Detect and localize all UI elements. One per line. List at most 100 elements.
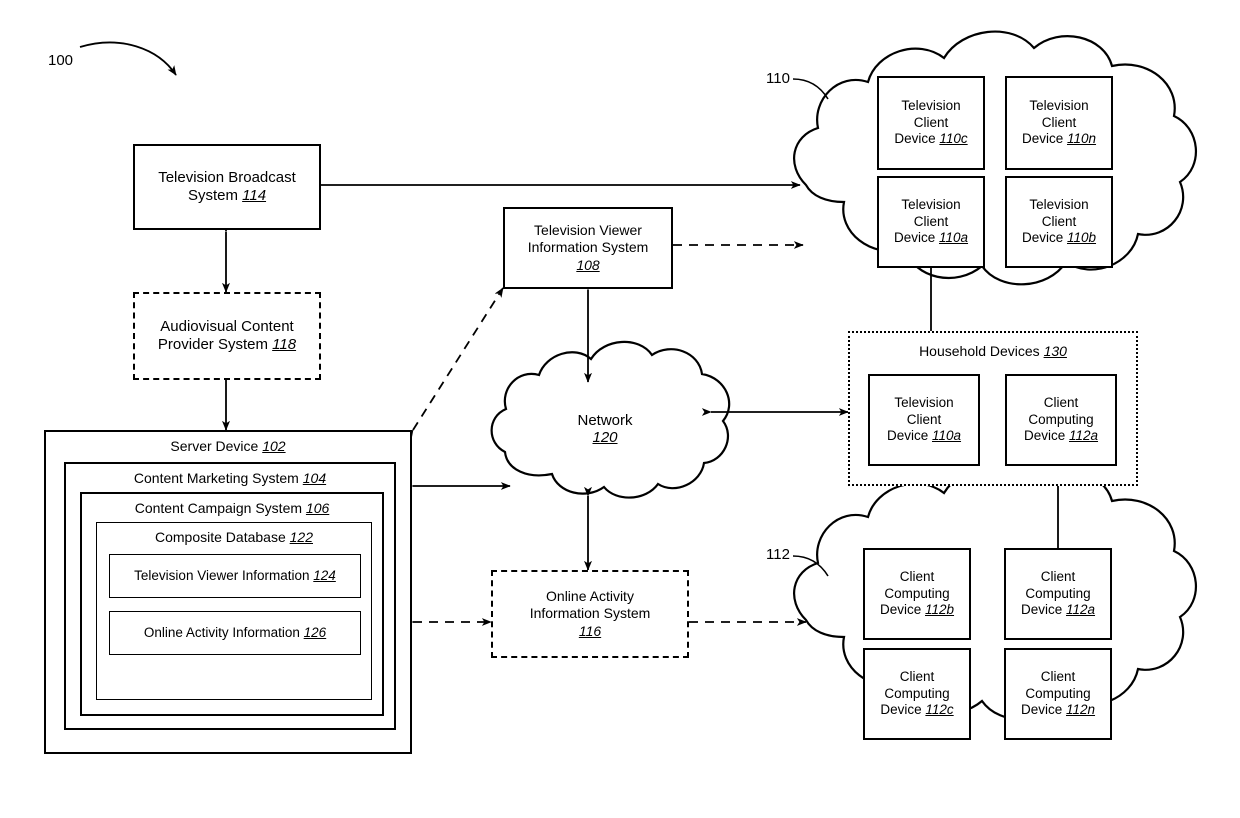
node-television-viewer-information[interactable]: Television Viewer Information 124 — [109, 554, 361, 598]
device-household-television-client-110a[interactable]: Television Client Device 110a — [868, 374, 980, 466]
dev-112a-line2: Computing — [1025, 585, 1091, 601]
node-composite-database[interactable]: Composite Database 122 Television Viewer… — [96, 522, 372, 700]
dev-110n-line3: Device — [1021, 131, 1064, 147]
dev-112c-line2: Computing — [884, 685, 950, 701]
dev-112n-ref: 112n — [1066, 702, 1096, 718]
dev-112b-line2: Computing — [884, 585, 950, 601]
dev-112c-ref: 112c — [925, 702, 954, 718]
content-marketing-label: Content Marketing System — [133, 470, 299, 486]
tv-broadcast-ref: 114 — [242, 187, 267, 204]
dev-110b-line3: Device — [1021, 230, 1064, 246]
reference-number-112: 112 — [766, 546, 790, 563]
device-television-client-110a[interactable]: Television Client Device 110a — [877, 176, 985, 268]
dev-110n-line1: Television — [1029, 98, 1089, 114]
device-client-computing-112c[interactable]: Client Computing Device 112c — [863, 648, 971, 740]
dev-112c-line3: Device — [880, 702, 922, 718]
hh-112a-line2: Computing — [1028, 411, 1094, 427]
device-television-client-110n[interactable]: Television Client Device 110n — [1005, 76, 1113, 170]
node-online-activity-information-system[interactable]: Online Activity Information System 116 — [491, 570, 689, 658]
dev-112b-line3: Device — [879, 602, 922, 618]
device-television-client-110b[interactable]: Television Client Device 110b — [1005, 176, 1113, 268]
dev-112b-line1: Client — [899, 569, 935, 585]
node-content-marketing-system[interactable]: Content Marketing System 104 Content Cam… — [64, 462, 396, 730]
tvi-label: Television Viewer Information — [134, 567, 310, 583]
tvis-ref: 108 — [576, 256, 600, 273]
server-device-ref: 102 — [262, 438, 286, 454]
dev-110a-ref: 110a — [939, 230, 969, 246]
hh-110a-line1: Television — [894, 395, 954, 411]
cloud-television-clients-outline — [793, 30, 1197, 286]
oais-line1: Online Activity — [546, 588, 634, 605]
dev-110c-ref: 110c — [939, 131, 968, 147]
hh-112a-line1: Client — [1043, 395, 1079, 411]
dev-112a-line3: Device — [1020, 602, 1063, 618]
household-devices-ref: 130 — [1043, 343, 1067, 359]
content-campaign-title: Content Campaign System 106 — [82, 500, 382, 516]
oais-ref: 116 — [578, 622, 602, 639]
oais-line2: Information System — [529, 605, 651, 622]
hh-112a-line3: Device — [1023, 428, 1066, 444]
tv-broadcast-line1: Television Broadcast — [158, 168, 296, 186]
av-provider-line2: Provider System — [157, 336, 268, 353]
av-provider-line1: Audiovisual Content — [160, 317, 294, 335]
content-campaign-label: Content Campaign System — [134, 500, 303, 516]
node-household-devices[interactable]: Household Devices 130 Television Client … — [848, 331, 1138, 486]
dev-110b-line1: Television — [1029, 197, 1089, 213]
network-ref: 120 — [592, 429, 618, 446]
dev-112n-line2: Computing — [1025, 685, 1091, 701]
device-client-computing-112n[interactable]: Client Computing Device 112n — [1004, 648, 1112, 740]
household-devices-label: Household Devices — [919, 343, 1040, 359]
dev-110a-line1: Television — [901, 197, 961, 213]
figure-number-100: 100 — [48, 52, 74, 69]
composite-database-title: Composite Database 122 — [97, 529, 371, 545]
dev-112n-line1: Client — [1040, 669, 1076, 685]
dev-110b-line2: Client — [1041, 213, 1077, 229]
reference-number-110: 110 — [766, 70, 790, 87]
dev-112a-ref: 112a — [1066, 602, 1096, 618]
figure-canvas: cloud 110 --> TV Viewer Info 108 --> Onl… — [0, 0, 1240, 818]
hh-112a-ref: 112a — [1069, 428, 1099, 444]
av-provider-ref: 118 — [272, 336, 297, 353]
content-marketing-ref: 104 — [302, 470, 327, 486]
dev-112n-line3: Device — [1020, 702, 1063, 718]
device-client-computing-112b[interactable]: Client Computing Device 112b — [863, 548, 971, 640]
figure-leader-100 — [79, 41, 177, 76]
composite-database-label: Composite Database — [155, 529, 286, 545]
node-audiovisual-content-provider-system[interactable]: Audiovisual Content Provider System 118 — [133, 292, 321, 380]
node-television-broadcast-system[interactable]: Television Broadcast System 114 — [133, 144, 321, 230]
device-client-computing-112a[interactable]: Client Computing Device 112a — [1004, 548, 1112, 640]
hh-110a-line3: Device — [886, 428, 929, 444]
cloud-client-computing-outline — [793, 465, 1197, 721]
hh-110a-line2: Client — [906, 411, 942, 427]
device-television-client-110c[interactable]: Television Client Device 110c — [877, 76, 985, 170]
dev-110n-line2: Client — [1041, 114, 1077, 130]
node-television-viewer-information-system[interactable]: Television Viewer Information System 108 — [503, 207, 673, 289]
connector-102-108 — [404, 287, 504, 440]
node-network-label: Network 120 — [540, 412, 670, 446]
node-online-activity-information[interactable]: Online Activity Information 126 — [109, 611, 361, 655]
dev-112b-ref: 112b — [925, 602, 955, 618]
network-line1: Network — [577, 412, 633, 429]
content-campaign-ref: 106 — [305, 500, 330, 516]
server-device-title: Server Device 102 — [46, 438, 410, 454]
composite-database-ref: 122 — [289, 529, 313, 545]
tvi-ref: 124 — [313, 567, 336, 583]
device-household-client-computing-112a[interactable]: Client Computing Device 112a — [1005, 374, 1117, 466]
dev-110a-line2: Client — [913, 213, 949, 229]
node-server-device[interactable]: Server Device 102 Content Marketing Syst… — [44, 430, 412, 754]
dev-112c-line1: Client — [899, 669, 935, 685]
dev-110n-ref: 110n — [1067, 131, 1097, 147]
tvis-line2: Information System — [527, 239, 649, 256]
tv-broadcast-line2: System — [187, 187, 238, 204]
dev-110a-line3: Device — [893, 230, 936, 246]
node-content-campaign-system[interactable]: Content Campaign System 106 Composite Da… — [80, 492, 384, 716]
tvis-line1: Television Viewer — [534, 222, 642, 239]
dev-110b-ref: 110b — [1067, 230, 1097, 246]
hh-110a-ref: 110a — [932, 428, 962, 444]
content-marketing-title: Content Marketing System 104 — [66, 470, 394, 486]
oai-ref: 126 — [303, 624, 327, 640]
dev-110c-line2: Client — [913, 114, 949, 130]
figure-leader-110 — [792, 78, 829, 100]
server-device-label: Server Device — [170, 438, 259, 454]
dev-110c-line3: Device — [894, 131, 936, 147]
